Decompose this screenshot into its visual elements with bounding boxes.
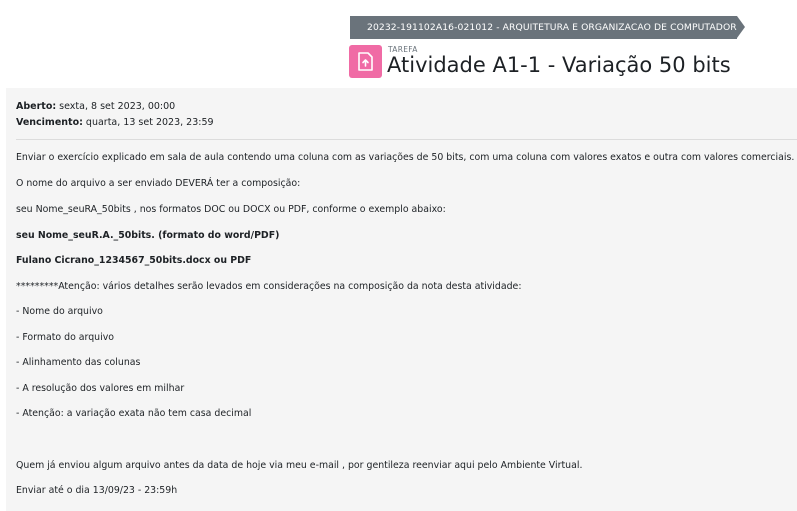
divider [16, 139, 797, 140]
description-line: O nome do arquivo a ser enviado DEVERÁ t… [16, 178, 301, 189]
description-line: Quem já enviou algum arquivo antes da da… [16, 460, 583, 471]
activity-info-panel: Aberto: sexta, 8 set 2023, 00:00 Vencime… [6, 88, 797, 511]
description-line: *********Atenção: vários detalhes serão … [16, 281, 522, 292]
page-title: Atividade A1-1 - Variação 50 bits [387, 53, 731, 77]
opened-date: Aberto: sexta, 8 set 2023, 00:00 [16, 101, 176, 112]
description-line: seu Nome_seuRA_50bits , nos formatos DOC… [16, 204, 446, 215]
upload-file-icon [349, 45, 382, 78]
breadcrumb[interactable]: 20232-191102A16-021012 - ARQUITETURA E O… [350, 16, 745, 39]
description-line: - A resolução dos valores em milhar [16, 383, 185, 394]
description-line: Enviar até o dia 13/09/23 - 23:59h [16, 485, 178, 496]
description-line: seu Nome_seuR.A._50bits. (formato do wor… [16, 230, 280, 241]
description-line: - Alinhamento das colunas [16, 357, 141, 368]
description-line: - Nome do arquivo [16, 306, 103, 317]
description-line: - Formato do arquivo [16, 332, 114, 343]
description-line: - Atenção: a variação exata não tem casa… [16, 408, 252, 419]
description-line: Fulano Cicrano_1234567_50bits.docx ou PD… [16, 255, 252, 266]
activity-dates: Aberto: sexta, 8 set 2023, 00:00 Vencime… [16, 99, 214, 131]
description-line: Enviar o exercício explicado em sala de … [16, 152, 795, 163]
due-date: Vencimento: quarta, 13 set 2023, 23:59 [16, 117, 214, 128]
